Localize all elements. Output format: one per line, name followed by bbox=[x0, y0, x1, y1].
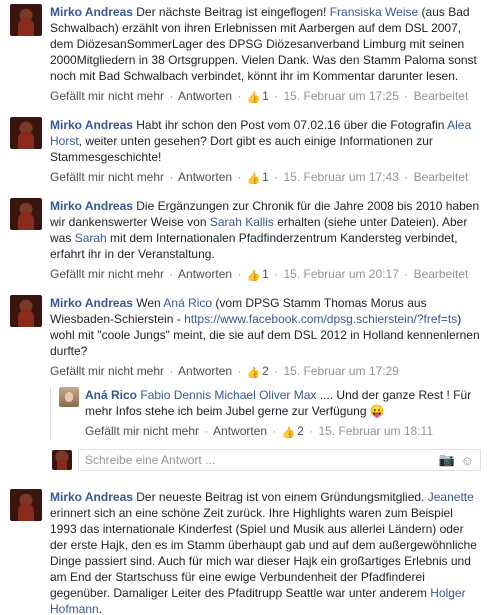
comment-thread: Mirko Andreas Der nächste Beitrag ist ei… bbox=[0, 0, 487, 615]
comment-text: Mirko Andreas Der neueste Beitrag ist vo… bbox=[50, 490, 477, 615]
avatar[interactable] bbox=[10, 4, 42, 36]
mention-link[interactable]: Sarah Kallis bbox=[210, 215, 274, 229]
comment: Mirko Andreas Wen Aná Rico (vom DPSG Sta… bbox=[0, 295, 487, 439]
comment-actions: Gefällt mir nicht mehr · Antworten · 👍 1… bbox=[50, 267, 469, 282]
comment-text: Mirko Andreas Der nächste Beitrag ist ei… bbox=[50, 5, 477, 83]
unlike-button[interactable]: Gefällt mir nicht mehr bbox=[50, 170, 164, 184]
reply-button[interactable]: Antworten bbox=[178, 267, 232, 281]
mention-link[interactable]: Aná Rico bbox=[163, 296, 212, 310]
like-count[interactable]: 2 bbox=[262, 364, 269, 378]
timestamp[interactable]: 15. Februar um 17:29 bbox=[283, 364, 398, 378]
unlike-button[interactable]: Gefällt mir nicht mehr bbox=[50, 364, 164, 378]
avatar bbox=[52, 450, 72, 470]
avatar[interactable] bbox=[10, 117, 42, 149]
reply-button[interactable]: Antworten bbox=[178, 170, 232, 184]
comment-actions: Gefällt mir nicht mehr · Antworten · 👍 2… bbox=[50, 364, 399, 379]
mention-link[interactable]: Sarah bbox=[75, 231, 107, 245]
comment-actions: Gefällt mir nicht mehr · Antworten · 👍 2… bbox=[85, 424, 433, 439]
mention-link[interactable]: Fransiska Weise bbox=[330, 5, 418, 19]
edited-label[interactable]: Bearbeitet bbox=[414, 89, 469, 103]
comment-author[interactable]: Mirko Andreas bbox=[50, 296, 133, 310]
comment-actions: Gefällt mir nicht mehr · Antworten · 👍 1… bbox=[50, 89, 469, 104]
unlike-button[interactable]: Gefällt mir nicht mehr bbox=[85, 424, 199, 438]
avatar[interactable] bbox=[59, 387, 79, 407]
unlike-button[interactable]: Gefällt mir nicht mehr bbox=[50, 89, 164, 103]
unlike-button[interactable]: Gefällt mir nicht mehr bbox=[50, 267, 164, 281]
edited-label[interactable]: Bearbeitet bbox=[414, 170, 469, 184]
thumbs-up-icon: 👍 bbox=[246, 270, 261, 282]
comment-actions: Gefällt mir nicht mehr · Antworten · 👍 1… bbox=[50, 170, 469, 185]
thumbs-up-icon: 👍 bbox=[246, 367, 261, 379]
comment: Mirko Andreas Der neueste Beitrag ist vo… bbox=[0, 489, 487, 615]
timestamp[interactable]: 15. Februar um 20:17 bbox=[283, 267, 398, 281]
like-count[interactable]: 1 bbox=[262, 267, 269, 281]
thumbs-up-icon: 👍 bbox=[246, 173, 261, 185]
comment: Mirko Andreas Die Ergänzungen zur Chroni… bbox=[0, 198, 487, 282]
comment-author[interactable]: Mirko Andreas bbox=[50, 5, 133, 19]
comment-author[interactable]: Mirko Andreas bbox=[50, 490, 133, 504]
edited-label[interactable]: Bearbeitet bbox=[414, 267, 469, 281]
avatar[interactable] bbox=[10, 489, 42, 521]
comment-author[interactable]: Aná Rico bbox=[85, 388, 137, 402]
thumbs-up-icon: 👍 bbox=[281, 427, 296, 439]
avatar[interactable] bbox=[10, 295, 42, 327]
comment-author[interactable]: Mirko Andreas bbox=[50, 199, 133, 213]
reply-composer: Schreibe eine Antwort ... 📷 ☺ bbox=[10, 449, 481, 471]
reply-thread: Aná Rico Fabio Dennis Michael Oliver Max… bbox=[50, 387, 481, 439]
comment-text: Mirko Andreas Habt ihr schon den Post vo… bbox=[50, 118, 472, 164]
comment-text: Aná Rico Fabio Dennis Michael Oliver Max… bbox=[85, 388, 472, 418]
reply-button[interactable]: Antworten bbox=[178, 89, 232, 103]
tongue-emoji-icon: 😛 bbox=[369, 404, 385, 418]
url-link[interactable]: https://www.facebook.com/dpsg.schierstei… bbox=[184, 312, 457, 326]
timestamp[interactable]: 15. Februar um 17:43 bbox=[283, 170, 398, 184]
comment: Mirko Andreas Der nächste Beitrag ist ei… bbox=[0, 4, 487, 104]
avatar[interactable] bbox=[10, 198, 42, 230]
comment: Mirko Andreas Habt ihr schon den Post vo… bbox=[0, 117, 487, 185]
thumbs-up-icon: 👍 bbox=[246, 92, 261, 104]
mention-link[interactable]: Fabio Dennis Michael Oliver Max bbox=[140, 388, 316, 402]
emoji-icon[interactable]: ☺ bbox=[461, 453, 474, 468]
reply-button[interactable]: Antworten bbox=[178, 364, 232, 378]
comment-author[interactable]: Mirko Andreas bbox=[50, 118, 133, 132]
like-count[interactable]: 2 bbox=[297, 424, 304, 438]
reply-input[interactable]: Schreibe eine Antwort ... 📷 ☺ bbox=[78, 449, 481, 471]
camera-icon[interactable]: 📷 bbox=[439, 452, 455, 468]
timestamp[interactable]: 15. Februar um 17:25 bbox=[283, 89, 398, 103]
reply-placeholder: Schreibe eine Antwort ... bbox=[85, 453, 216, 467]
reply-button[interactable]: Antworten bbox=[213, 424, 267, 438]
comment-text: Mirko Andreas Wen Aná Rico (vom DPSG Sta… bbox=[50, 296, 480, 358]
timestamp[interactable]: 15. Februar um 18:11 bbox=[318, 424, 433, 438]
comment-text: Mirko Andreas Die Ergänzungen zur Chroni… bbox=[50, 199, 480, 261]
mention-link[interactable]: Jeanette bbox=[428, 490, 474, 504]
like-count[interactable]: 1 bbox=[262, 170, 269, 184]
reply-comment: Aná Rico Fabio Dennis Michael Oliver Max… bbox=[59, 387, 481, 439]
like-count[interactable]: 1 bbox=[262, 89, 269, 103]
